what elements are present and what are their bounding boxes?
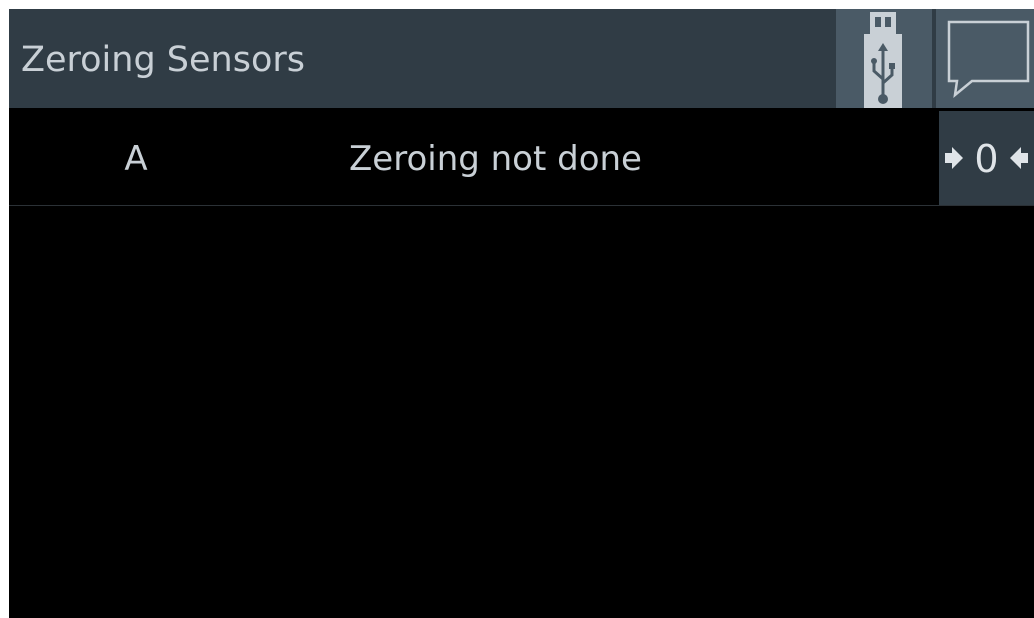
sensor-row: A Zeroing not done 0 <box>9 111 1034 206</box>
messages-button[interactable] <box>936 9 1034 108</box>
empty-content-area <box>9 206 1034 618</box>
zeroing-status: Zeroing not done <box>349 139 642 179</box>
sensor-name: A <box>124 139 148 179</box>
zero-digit: 0 <box>974 137 999 181</box>
usb-button[interactable] <box>836 9 932 108</box>
page-title: Zeroing Sensors <box>21 40 305 80</box>
usb-drive-icon <box>864 12 902 108</box>
title-bar: Zeroing Sensors <box>9 9 1034 108</box>
app-frame: Zeroing Sensors A Zeroing not done 0 <box>9 9 1034 618</box>
speech-bubble-icon <box>947 20 1030 99</box>
zero-sensor-button[interactable]: 0 <box>939 111 1034 205</box>
